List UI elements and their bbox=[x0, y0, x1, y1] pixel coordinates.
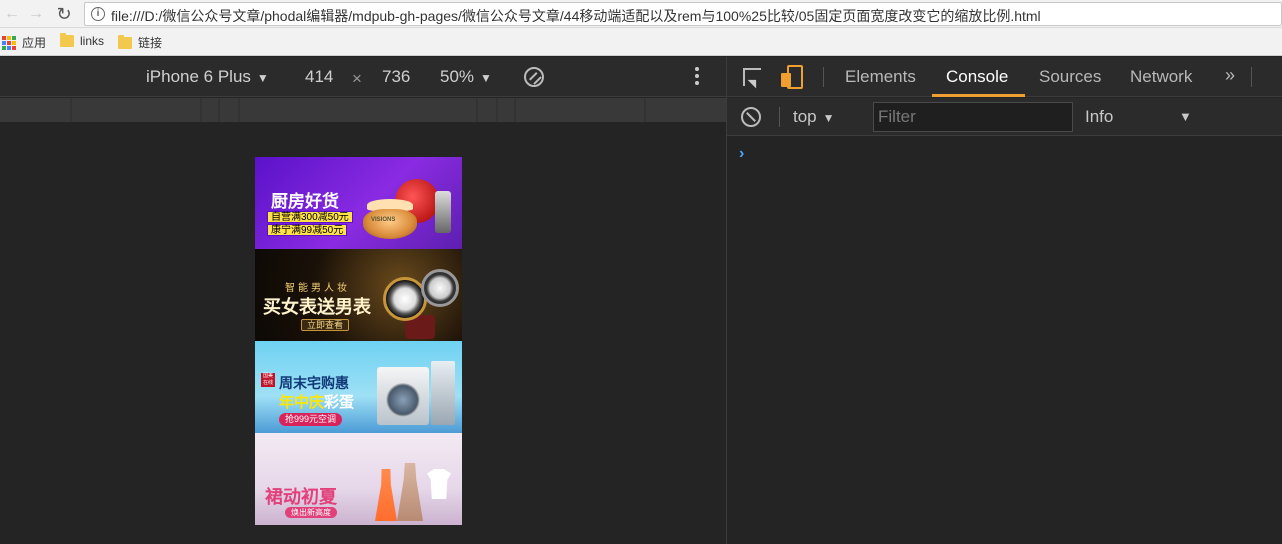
watch-image bbox=[421, 269, 459, 307]
device-name: iPhone 6 Plus bbox=[146, 67, 251, 86]
width-input[interactable]: 414 bbox=[305, 67, 333, 87]
tab-console[interactable]: Console bbox=[946, 67, 1008, 87]
banner-title: 裙动初夏 bbox=[265, 487, 337, 508]
washer-image bbox=[377, 367, 429, 425]
promo-tag: 康宁满99减50元 bbox=[267, 224, 348, 236]
filter-input[interactable] bbox=[873, 102, 1073, 132]
rotate-icon[interactable] bbox=[519, 62, 549, 92]
emulated-page: 厨房好货 自营满300减50元 康宁满99减50元 VISIONS 智能男人妆 … bbox=[255, 157, 462, 525]
device-select[interactable]: iPhone 6 Plus ▼ bbox=[146, 67, 269, 87]
dimension-separator: × bbox=[352, 69, 362, 88]
url-bar[interactable]: i file:///D:/微信公众号文章/phodal编辑器/mdpub-gh-… bbox=[84, 2, 1282, 26]
brand-stamp: 国美在线 bbox=[261, 373, 275, 387]
knife-image bbox=[435, 191, 451, 233]
tab-elements[interactable]: Elements bbox=[845, 67, 916, 87]
product-label: VISIONS bbox=[371, 217, 396, 223]
reload-button[interactable]: ↻ bbox=[54, 4, 74, 24]
bookmark-label: links bbox=[80, 34, 105, 48]
bookmark-apps[interactable]: 应用 bbox=[2, 34, 46, 51]
url-text[interactable]: file:///D:/微信公众号文章/phodal编辑器/mdpub-gh-pa… bbox=[111, 6, 1041, 26]
device-mode-icon[interactable] bbox=[781, 65, 805, 89]
banner-appliance[interactable]: 国美在线 周末宅购惠 年中庆彩蛋 抢999元空调 bbox=[255, 341, 462, 433]
banner-fashion[interactable]: 裙动初夏 焕出新高度 bbox=[255, 433, 462, 525]
context-select[interactable]: top ▼ bbox=[793, 107, 835, 127]
promo-tag: 自营满300减50元 bbox=[267, 211, 353, 223]
forward-button[interactable]: → bbox=[26, 4, 46, 24]
banner-watch[interactable]: 智能男人妆 买女表送男表 立即查看 bbox=[255, 249, 462, 341]
console-prompt-icon[interactable]: › bbox=[739, 145, 744, 163]
dress-image bbox=[375, 469, 397, 521]
divider bbox=[1251, 67, 1252, 87]
banner-subtitle: 智能男人妆 bbox=[285, 283, 350, 294]
console-output[interactable]: › bbox=[727, 137, 1282, 544]
chevron-down-icon: ▼ bbox=[480, 71, 492, 85]
title-text: 彩蛋 bbox=[324, 394, 355, 411]
browser-address-bar: ← → ↻ i file:///D:/微信公众号文章/phodal编辑器/mdp… bbox=[0, 0, 1282, 28]
banner-title: 厨房好货 bbox=[271, 192, 339, 211]
devtools-panel: Elements Console Sources Network » top ▼ … bbox=[726, 57, 1282, 544]
banner-button[interactable]: 焕出新高度 bbox=[285, 507, 337, 518]
more-tabs-icon[interactable]: » bbox=[1225, 65, 1235, 86]
bookmarks-bar: 应用 links 链接 bbox=[0, 28, 1282, 56]
media-query-ruler bbox=[0, 98, 726, 122]
tab-network[interactable]: Network bbox=[1130, 67, 1192, 87]
tab-sources[interactable]: Sources bbox=[1039, 67, 1101, 87]
banner-title: 周末宅购惠 bbox=[279, 375, 349, 391]
bookmark-links[interactable]: links bbox=[60, 33, 105, 48]
pot-image bbox=[363, 209, 417, 239]
divider bbox=[779, 107, 780, 127]
inspect-element-icon[interactable] bbox=[743, 68, 761, 86]
folder-icon bbox=[118, 34, 132, 49]
zoom-select[interactable]: 50% ▼ bbox=[440, 67, 492, 87]
back-button[interactable]: ← bbox=[2, 4, 22, 24]
bookmark-label: 链接 bbox=[138, 36, 163, 50]
shirt-image bbox=[427, 469, 451, 499]
info-icon[interactable]: i bbox=[91, 7, 105, 21]
banner-kitchen[interactable]: 厨房好货 自营满300减50元 康宁满99减50元 VISIONS bbox=[255, 157, 462, 249]
chevron-down-icon[interactable]: ▼ bbox=[1179, 109, 1192, 124]
console-toolbar: top▼ Info ▼ bbox=[727, 98, 1282, 136]
dress-image bbox=[397, 463, 423, 521]
folder-icon bbox=[60, 33, 74, 47]
banner-button[interactable]: 抢999元空调 bbox=[279, 413, 343, 426]
zoom-value: 50% bbox=[440, 67, 475, 86]
bookmark-label: 应用 bbox=[22, 36, 47, 50]
active-tab-indicator bbox=[932, 94, 1025, 97]
bookmark-links-cn[interactable]: 链接 bbox=[118, 34, 162, 51]
apps-icon bbox=[2, 35, 16, 50]
banner-button[interactable]: 立即查看 bbox=[301, 319, 350, 331]
banner-subtitle: 年中庆彩蛋 bbox=[279, 391, 354, 412]
fridge-image bbox=[431, 361, 455, 425]
chevron-down-icon: ▼ bbox=[822, 111, 835, 125]
highlight-text: 年中庆 bbox=[279, 394, 325, 411]
clear-console-icon[interactable] bbox=[741, 107, 761, 127]
more-options-icon[interactable] bbox=[694, 67, 700, 87]
chevron-down-icon: ▼ bbox=[256, 71, 269, 85]
height-input[interactable]: 736 bbox=[382, 67, 410, 87]
device-toolbar: iPhone 6 Plus ▼ 414 × 736 50% ▼ bbox=[0, 57, 726, 97]
divider bbox=[823, 67, 824, 87]
banner-title: 买女表送男表 bbox=[263, 297, 371, 317]
context-value: top bbox=[793, 107, 817, 126]
devtools-tabbar: Elements Console Sources Network » bbox=[727, 57, 1282, 97]
